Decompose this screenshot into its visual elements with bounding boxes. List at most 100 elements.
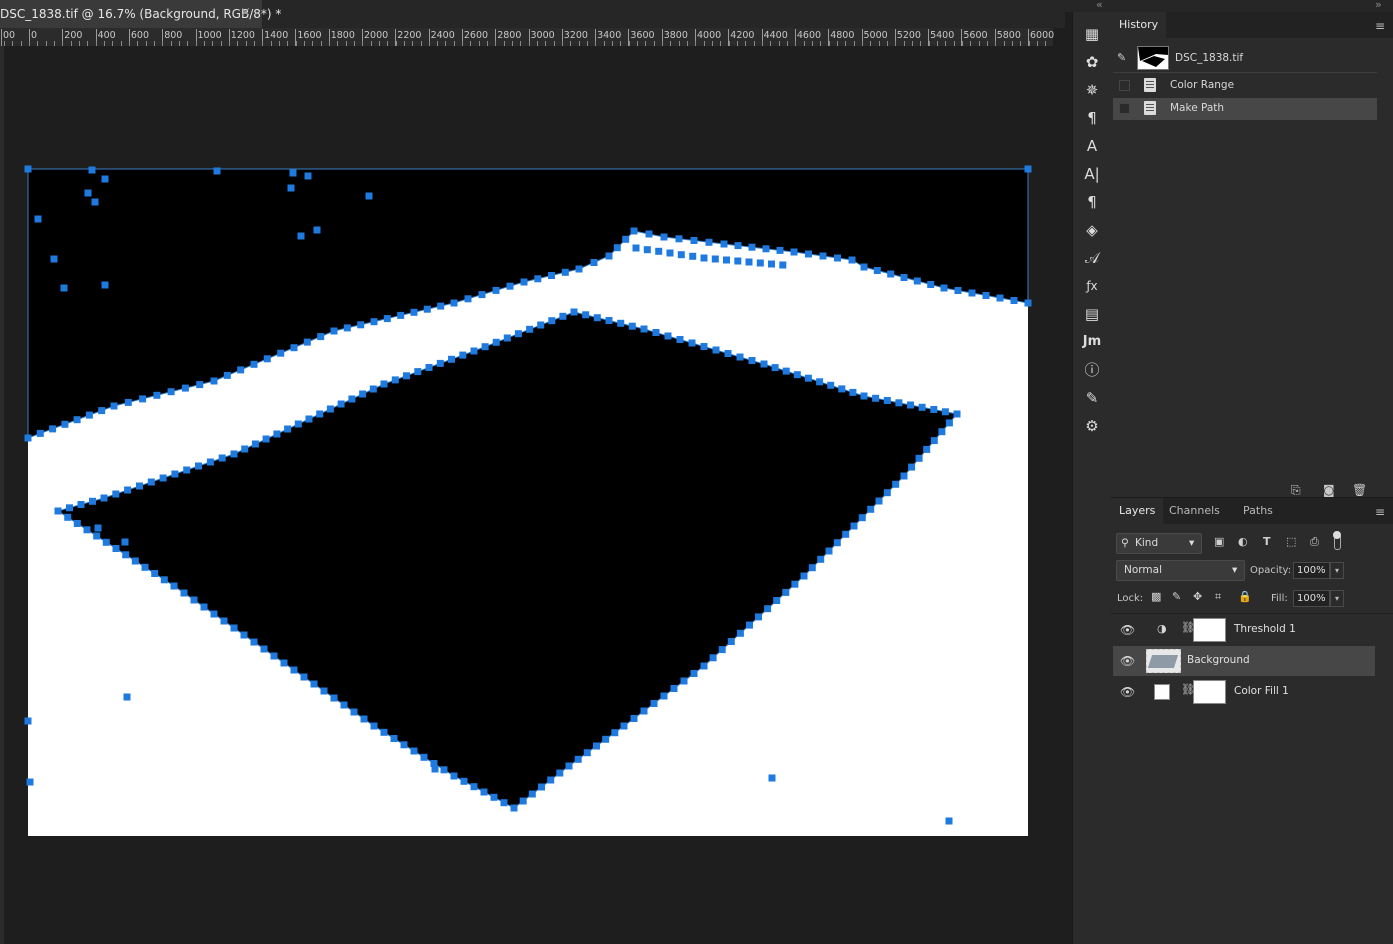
path-anchor-point[interactable] [490,793,498,801]
path-anchor-point[interactable] [734,242,742,250]
path-anchor-point[interactable] [98,407,106,415]
path-anchor-point[interactable] [503,334,511,342]
path-anchor-point[interactable] [953,410,961,418]
path-anchor-point[interactable] [688,339,696,347]
path-anchor-point[interactable] [431,765,439,773]
path-anchor-point[interactable] [380,728,388,736]
path-anchor-point[interactable] [123,693,131,701]
path-anchor-point[interactable] [514,330,522,338]
path-anchor-point[interactable] [745,258,753,266]
path-anchor-point[interactable] [359,390,367,398]
paragraph-style-icon[interactable]: ¶ [1082,108,1102,128]
path-anchor-point[interactable] [420,753,428,761]
path-anchor-point[interactable] [816,378,824,386]
path-anchor-point[interactable] [827,381,835,389]
path-anchor-point[interactable] [918,403,926,411]
path-anchor-point[interactable] [620,722,628,730]
path-anchor-point[interactable] [913,277,921,285]
path-anchor-point[interactable] [170,582,178,590]
path-anchor-point[interactable] [676,336,684,343]
path-anchor-point[interactable] [768,260,775,268]
path-anchor-point[interactable] [383,315,391,323]
path-anchor-point[interactable] [779,261,787,269]
palette-icon[interactable]: ✿ [1082,52,1102,72]
lock-image-pixels-icon[interactable]: ✎ [1172,590,1181,603]
path-anchor-point[interactable] [250,360,258,368]
path-anchor-point[interactable] [805,250,812,258]
path-anchor-point[interactable] [782,588,790,596]
tab-history[interactable]: History [1111,12,1167,38]
path-anchor-point[interactable] [26,778,34,786]
path-anchor-point[interactable] [872,394,880,402]
path-anchor-point[interactable] [834,254,841,262]
path-anchor-point[interactable] [895,399,903,407]
path-anchor-point[interactable] [800,572,808,580]
document-canvas[interactable] [4,46,1053,944]
path-anchor-point[interactable] [883,397,891,404]
visibility-eye-icon[interactable]: 👁 [1120,654,1135,668]
path-anchor-point[interactable] [724,350,732,357]
history-snapshot[interactable]: ✎ DSC_1838.tif [1113,45,1377,73]
prevent-auto-nesting-icon[interactable]: ⌗ [1215,590,1221,604]
path-anchor-point[interactable] [630,227,638,235]
path-anchor-point[interactable] [480,788,488,796]
path-anchor-point[interactable] [320,687,328,695]
path-anchor-point[interactable] [290,344,298,352]
path-anchor-point[interactable] [284,425,292,433]
path-anchor-point[interactable] [548,272,555,279]
adjustments-icon[interactable]: ⚙ [1082,416,1102,436]
path-anchor-point[interactable] [666,249,674,257]
path-anchor-point[interactable] [470,347,478,355]
path-anchor-point[interactable] [61,420,69,428]
path-anchor-point[interactable] [112,545,120,552]
path-anchor-point[interactable] [954,287,962,294]
path-anchor-point[interactable] [159,474,167,482]
path-anchor-point[interactable] [340,701,348,709]
path-anchor-point[interactable] [36,429,44,437]
path-anchor-point[interactable] [712,346,720,354]
path-anchor-point[interactable] [500,799,508,807]
path-anchor-point[interactable] [440,766,448,774]
path-anchor-point[interactable] [630,715,638,722]
path-anchor-point[interactable] [403,372,410,380]
visibility-eye-icon[interactable]: 👁 [1120,623,1135,637]
path-anchor-point[interactable] [915,454,923,462]
path-anchor-point[interactable] [141,563,149,571]
camera-icon[interactable]: ◙ [1323,483,1335,497]
path-anchor-point[interactable] [147,478,155,486]
pixel-layer-filter-icon[interactable]: ▣ [1214,535,1224,548]
path-anchor-point[interactable] [287,184,295,192]
path-anchor-point[interactable] [448,355,455,363]
path-anchor-point[interactable] [263,355,271,363]
path-anchor-point[interactable] [369,385,377,393]
path-anchor-point[interactable] [718,646,726,654]
grid-icon[interactable]: ▦ [1082,24,1102,44]
path-anchor-point[interactable] [705,238,713,246]
character-icon[interactable]: A| [1082,164,1102,184]
trash-icon[interactable]: 🗑 [1352,483,1367,497]
path-anchor-point[interactable] [167,388,175,396]
paragraph-icon[interactable]: ¶ [1082,192,1102,212]
layer-mask-thumbnail[interactable] [1193,680,1226,704]
path-anchor-point[interactable] [171,470,179,478]
path-anchor-point[interactable] [410,308,418,316]
path-anchor-point[interactable] [883,489,891,497]
path-anchor-point[interactable] [700,254,708,262]
path-anchor-point[interactable] [790,248,798,256]
tab-layers[interactable]: Layers [1111,498,1164,524]
path-anchor-point[interactable] [602,735,610,743]
path-anchor-point[interactable] [250,638,258,646]
path-anchor-point[interactable] [700,343,708,350]
path-anchor-point[interactable] [748,357,756,364]
path-anchor-point[interactable] [755,613,762,621]
path-anchor-point[interactable] [709,654,717,662]
path-anchor-point[interactable] [736,353,744,361]
path-anchor-point[interactable] [478,291,486,299]
path-anchor-point[interactable] [858,514,866,522]
history-menu-icon[interactable]: ≡ [1375,19,1385,33]
blend-mode-select[interactable]: Normal ▾ [1116,560,1245,581]
layer-row-color-fill[interactable]: 👁 ⛓ Color Fill 1 [1113,677,1375,707]
path-anchor-point[interactable] [73,416,81,424]
path-anchor-point[interactable] [390,735,398,742]
path-anchor-point[interactable] [670,685,678,692]
